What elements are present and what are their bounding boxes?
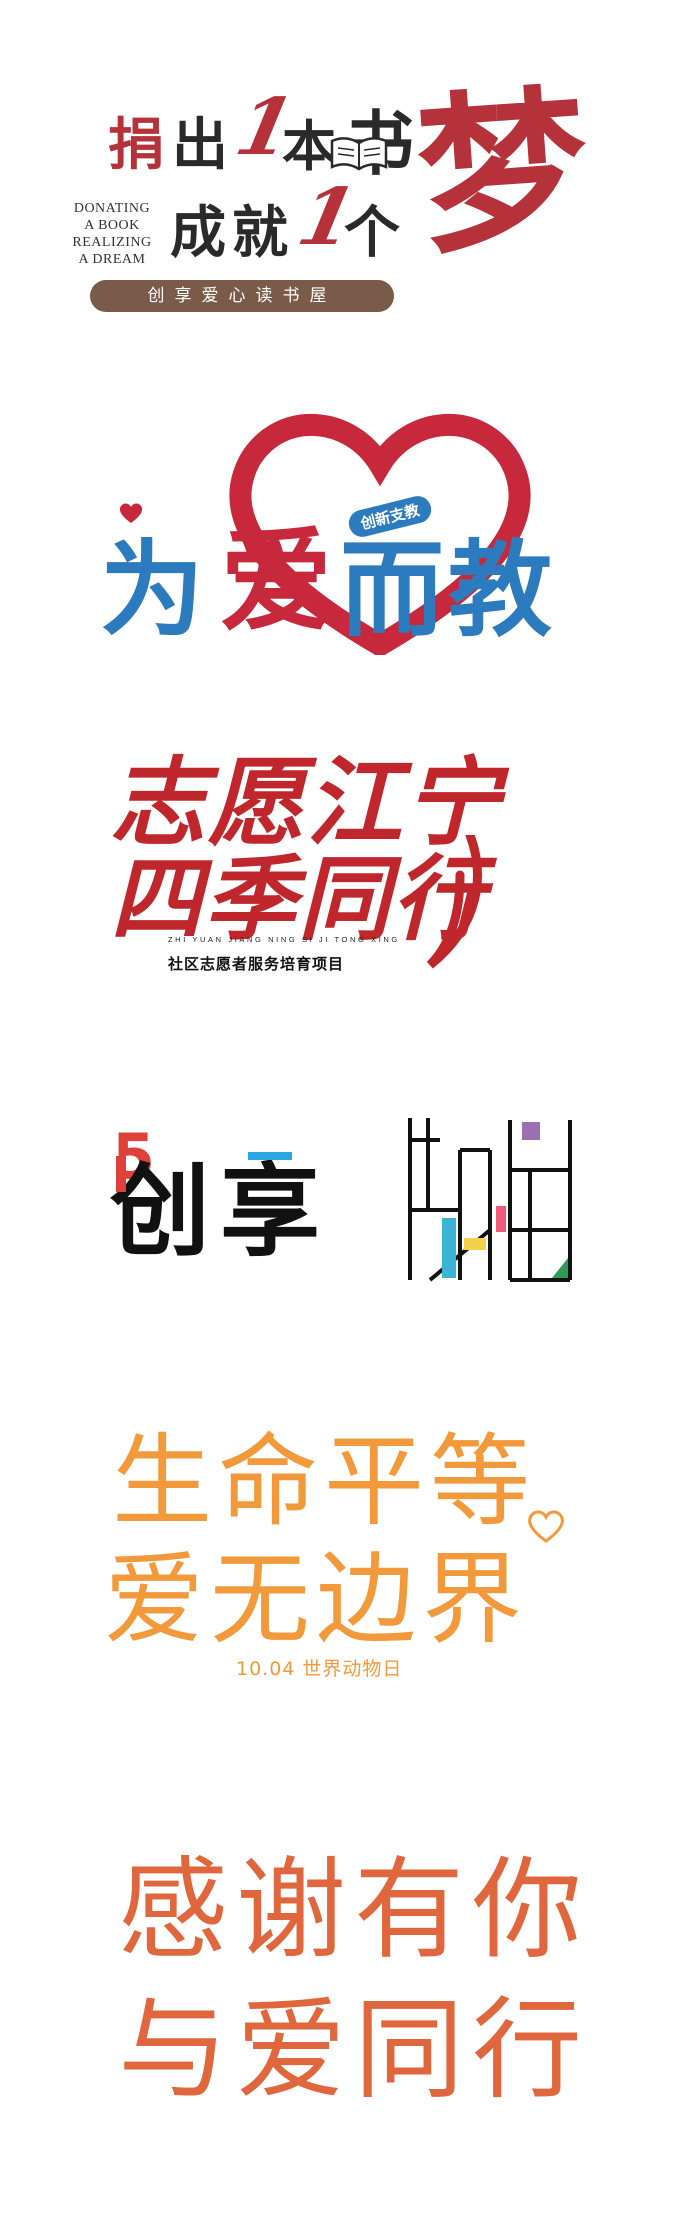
char-juan: 捐 (108, 112, 164, 178)
title-line-1: 感谢有你 (118, 1846, 590, 1974)
yellow-rect (464, 1238, 486, 1250)
tagline-bar: 创享爱心读书屋 (90, 280, 394, 312)
logo-volunteer-jiangning: 志愿江宁 四季同行 ZHI YUAN JIANG NING SI JI TONG… (0, 725, 680, 1025)
english-line: A DREAM (78, 252, 146, 267)
logo-thanks: 感谢有你 与爱同行 (0, 1820, 680, 2160)
english-line: REALIZING (72, 235, 152, 250)
green-triangle (552, 1258, 568, 1278)
char-wei: 为 (100, 529, 205, 651)
purple-square (522, 1122, 540, 1140)
char-ai: 爱 (220, 517, 332, 647)
english-line: A BOOK (84, 218, 140, 233)
heart-icon (528, 1510, 564, 1543)
blue-accent (248, 1152, 292, 1160)
char-chuang: 创 (110, 1153, 210, 1270)
char-jiu: 就 (232, 200, 288, 266)
english-caption: DONATING A BOOK REALIZING A DREAM (64, 200, 160, 268)
char-jiao: 教 (448, 529, 553, 651)
char-ben: 本 (282, 114, 336, 178)
logo-book-donation: 捐 出 1 本 书 DONATING A BOOK REALIZING A DR… (0, 60, 680, 330)
char-chu: 出 (172, 112, 228, 178)
pink-rect (496, 1206, 506, 1232)
english-line: DONATING (73, 201, 151, 216)
brush-swash (426, 835, 482, 969)
char-ge: 个 (344, 200, 400, 266)
open-book-icon (330, 137, 388, 171)
caption: 10.04 世界动物日 (236, 1658, 403, 1680)
line-art-logo (408, 1118, 572, 1282)
cyan-rect (442, 1218, 456, 1278)
logo-world-animal-day: 生命平等 爱无边界 10.04 世界动物日 (0, 1400, 680, 1730)
red-accent (116, 1156, 126, 1192)
char-cheng: 成 (170, 200, 226, 266)
title-line-2: 爱无边界 (104, 1541, 528, 1658)
logo-teach-for-love: 为 爱 而 教 创新支教 (0, 405, 680, 665)
title-line-2: 与爱同行 (118, 1986, 590, 2114)
subtitle: 社区志愿者服务培育项目 (168, 955, 345, 973)
pinyin-line: ZHI YUAN JIANG NING SI JI TONG XING (168, 935, 400, 944)
char-meng: 梦 (411, 67, 595, 279)
